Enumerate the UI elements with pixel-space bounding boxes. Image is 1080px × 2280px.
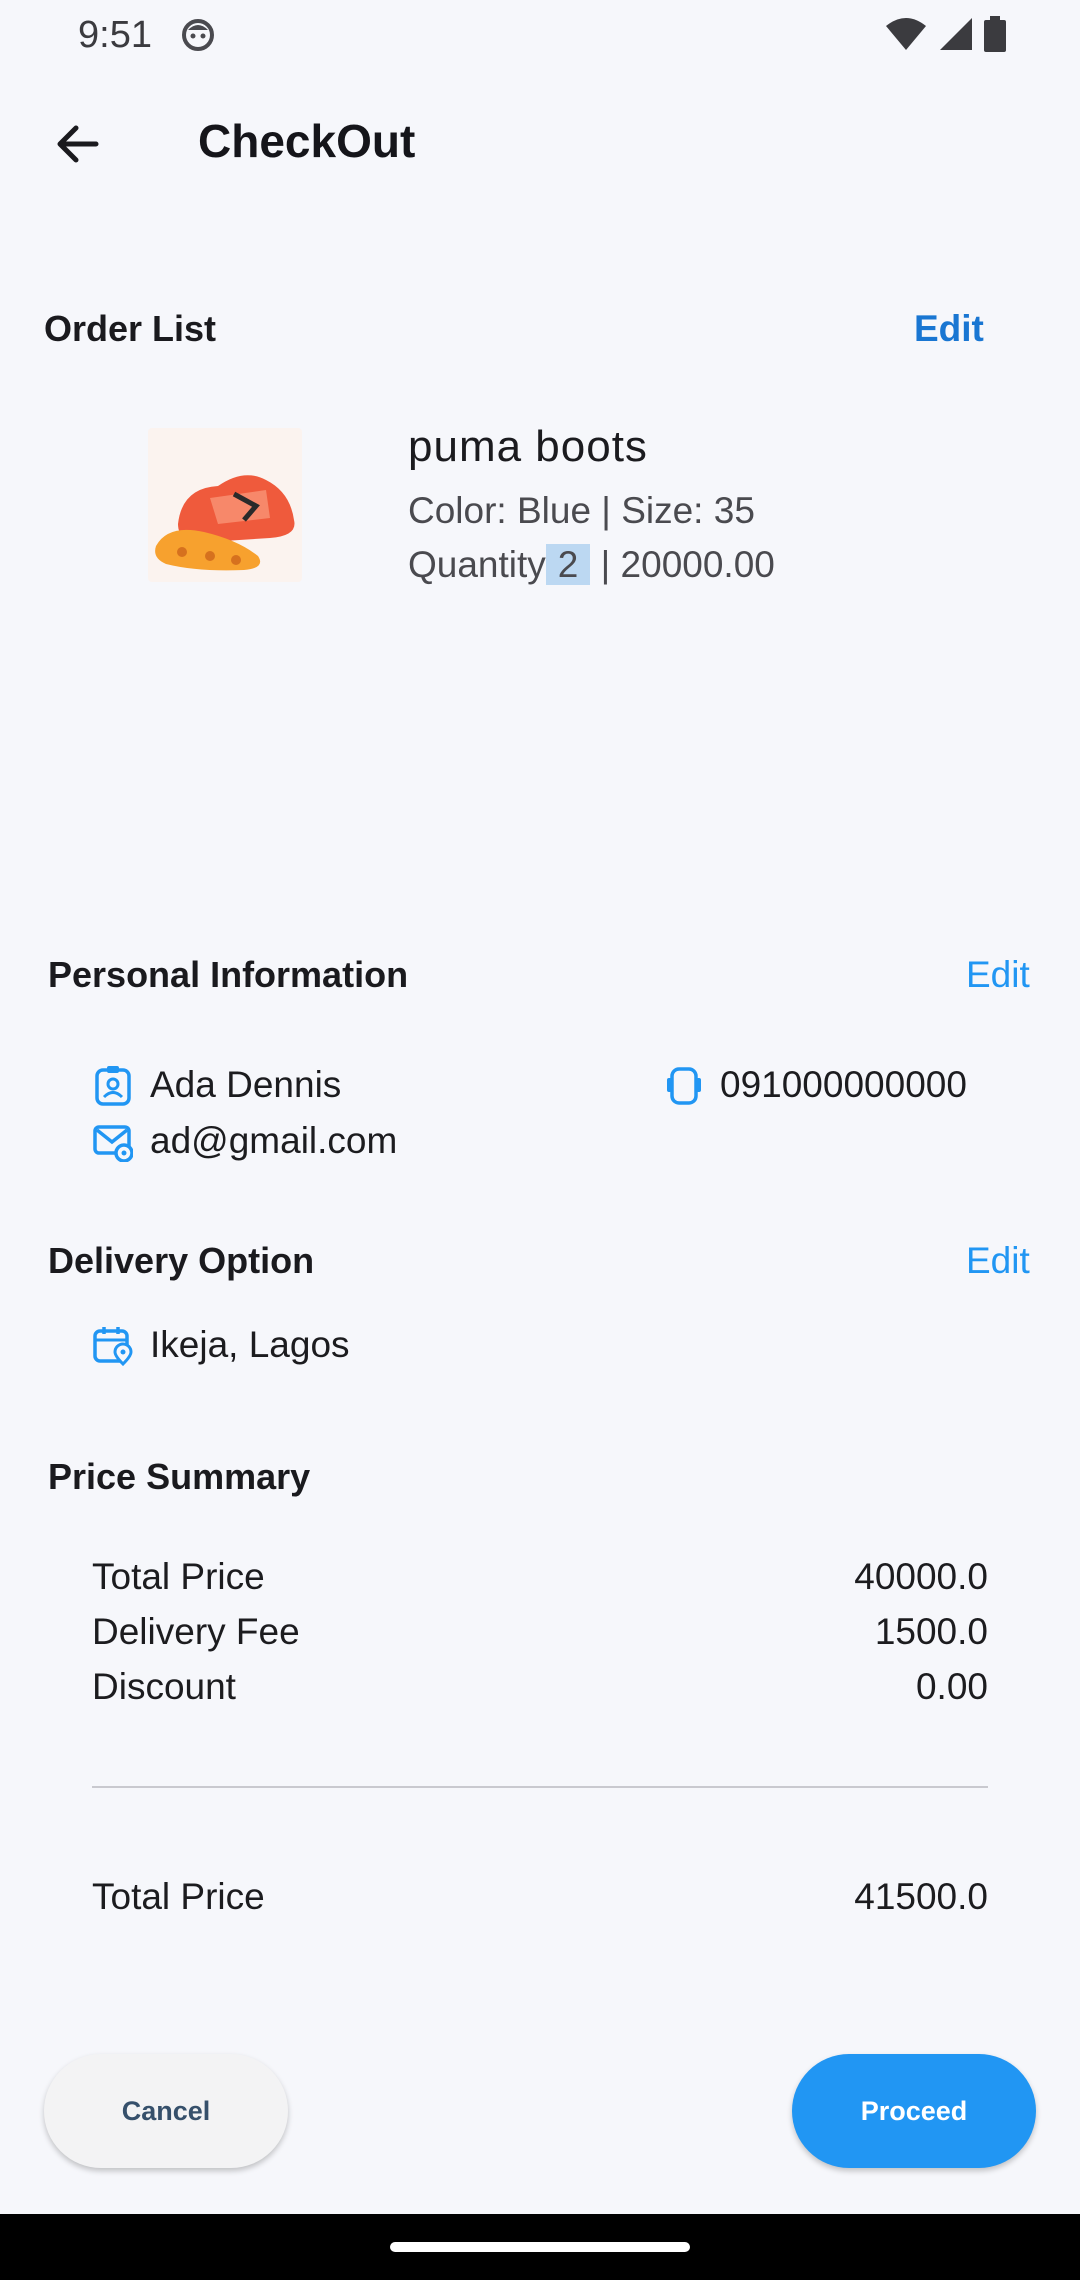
delivery-option-edit-button[interactable]: Edit: [966, 1240, 1030, 1282]
status-time: 9:51: [78, 14, 152, 56]
summary-discount-label: Discount: [92, 1666, 236, 1707]
order-list-title: Order List: [44, 308, 217, 349]
customer-name: Ada Dennis: [150, 1064, 342, 1105]
customer-phone: 091000000000: [720, 1064, 967, 1105]
summary-delivery-fee-label: Delivery Fee: [92, 1611, 300, 1652]
status-icons: [884, 16, 1006, 52]
product-color-size: Color: Blue | Size: 35: [408, 490, 755, 531]
personal-info-edit-button[interactable]: Edit: [966, 954, 1030, 996]
quantity-value: 2: [545, 544, 591, 585]
page-title: CheckOut: [198, 115, 416, 167]
home-gesture-handle[interactable]: [390, 2242, 690, 2252]
wifi-icon: [886, 18, 926, 50]
phone-icon: [664, 1066, 704, 1106]
customer-email: ad@gmail.com: [150, 1120, 398, 1161]
delivery-location: Ikeja, Lagos: [150, 1324, 350, 1365]
summary-delivery-fee-value: 1500.0: [874, 1611, 988, 1652]
app-notification-icon: [180, 16, 216, 52]
battery-icon: [984, 16, 1006, 52]
contact-badge-icon: [93, 1066, 133, 1106]
product-image: [148, 428, 302, 582]
product-price: | 20000.00: [600, 544, 775, 585]
back-button[interactable]: [46, 112, 110, 176]
product-quantity-row: Quantity 2 | 20000.00: [408, 544, 775, 586]
summary-total-price-value: 40000.0: [854, 1556, 988, 1597]
summary-total-price-label: Total Price: [92, 1556, 265, 1597]
grand-total-value: 41500.0: [854, 1876, 988, 1917]
personal-info-title: Personal Information: [48, 954, 409, 995]
summary-divider: [92, 1786, 988, 1788]
order-list-edit-button[interactable]: Edit: [914, 308, 984, 350]
summary-discount-value: 0.00: [915, 1666, 988, 1707]
signal-icon: [940, 18, 972, 50]
location-calendar-icon: [93, 1326, 133, 1367]
proceed-button[interactable]: Proceed: [792, 2054, 1036, 2168]
cancel-button[interactable]: Cancel: [44, 2054, 288, 2168]
delivery-option-title: Delivery Option: [48, 1240, 315, 1281]
quantity-label: Quantity: [408, 544, 546, 585]
price-summary-title: Price Summary: [48, 1456, 311, 1497]
email-icon: [93, 1122, 134, 1163]
arrow-back-icon: [57, 125, 99, 163]
product-name: puma boots: [408, 422, 648, 471]
grand-total-label: Total Price: [92, 1876, 265, 1917]
